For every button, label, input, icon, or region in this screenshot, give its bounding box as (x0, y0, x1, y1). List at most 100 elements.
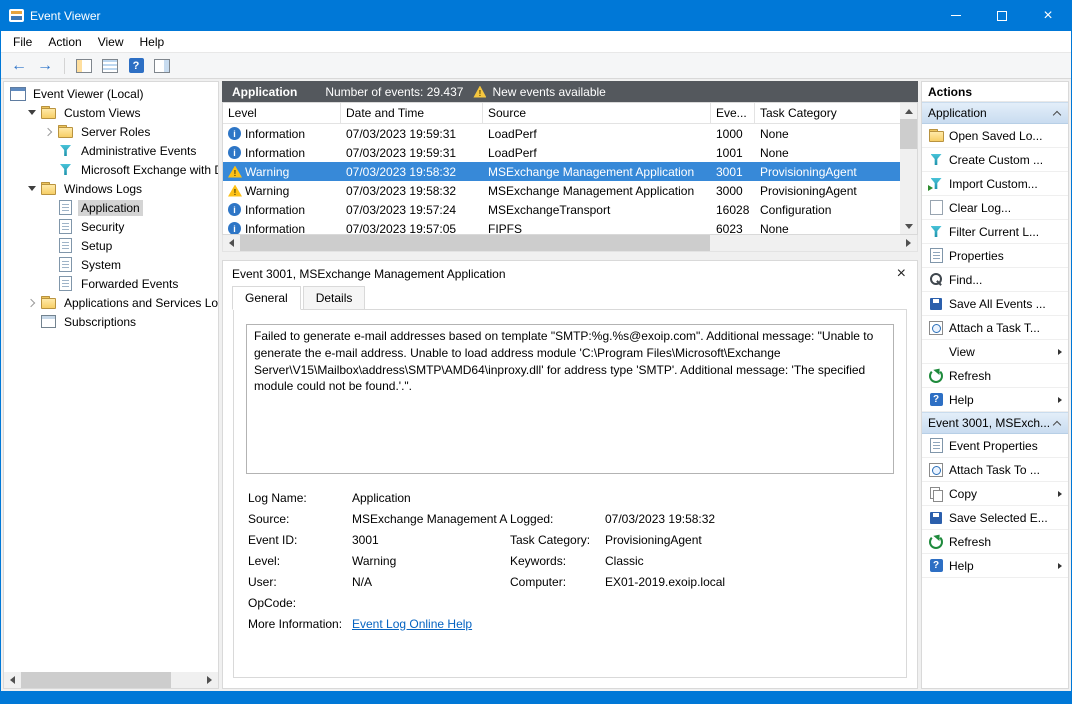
close-preview-icon[interactable]: × (895, 266, 908, 282)
task-icon (928, 320, 944, 336)
scroll-right-icon[interactable] (900, 235, 917, 251)
action-save-selected-e[interactable]: Save Selected E... (922, 506, 1068, 530)
action-import-custom[interactable]: Import Custom... (922, 172, 1068, 196)
expander-icon[interactable] (42, 125, 56, 139)
tree-item-forwarded-events[interactable]: Forwarded Events (4, 274, 218, 293)
action-properties[interactable]: Properties (922, 244, 1068, 268)
tab-details[interactable]: Details (303, 286, 366, 310)
column-header-eve[interactable]: Eve... (711, 103, 755, 123)
event-row[interactable]: !Warning07/03/2023 19:58:32MSExchange Ma… (223, 181, 900, 200)
event-row[interactable]: iInformation07/03/2023 19:59:31LoadPerf1… (223, 143, 900, 162)
detail-field-row: OpCode: (248, 592, 892, 613)
tree-item-security[interactable]: Security (4, 217, 218, 236)
tree-item-system[interactable]: System (4, 255, 218, 274)
action-find[interactable]: Find... (922, 268, 1068, 292)
refresh-icon (928, 534, 944, 550)
toolbar (1, 52, 1071, 79)
help-icon[interactable] (126, 56, 146, 76)
export-list-icon[interactable] (100, 56, 120, 76)
forward-icon[interactable] (35, 56, 55, 76)
action-event-properties[interactable]: Event Properties (922, 434, 1068, 458)
tree-item-applications-and-services-logs[interactable]: Applications and Services Logs (4, 293, 218, 312)
field-label: Task Category: (510, 533, 605, 547)
help-q-icon (928, 392, 944, 408)
tree-item-administrative-events[interactable]: Administrative Events (4, 141, 218, 160)
scroll-left-icon[interactable] (223, 235, 240, 251)
scroll-down-icon[interactable] (900, 218, 917, 234)
event-description[interactable]: Failed to generate e-mail addresses base… (246, 324, 894, 474)
back-icon[interactable] (9, 56, 29, 76)
event-date: 07/03/2023 19:57:24 (341, 203, 483, 217)
menu-action[interactable]: Action (40, 33, 89, 51)
event-row[interactable]: iInformation07/03/2023 19:59:31LoadPerf1… (223, 124, 900, 143)
event-row[interactable]: !Warning07/03/2023 19:58:32MSExchange Ma… (223, 162, 900, 181)
scrollbar-thumb[interactable] (240, 235, 710, 251)
tree-item-windows-logs[interactable]: Windows Logs (4, 179, 218, 198)
actions-section-event-3001-msexch[interactable]: Event 3001, MSExch... (922, 412, 1068, 434)
tree-item-label: Security (78, 219, 127, 235)
action-label: Help (949, 559, 1054, 573)
action-view[interactable]: View (922, 340, 1068, 364)
action-attach-a-task-t[interactable]: Attach a Task T... (922, 316, 1068, 340)
event-row[interactable]: iInformation07/03/2023 19:57:24MSExchang… (223, 200, 900, 219)
center-panel: Application Number of events: 29.437 ! N… (222, 81, 918, 689)
actions-section-application[interactable]: Application (922, 102, 1068, 124)
tree-item-server-roles[interactable]: Server Roles (4, 122, 218, 141)
event-list-horizontal-scrollbar[interactable] (222, 235, 918, 252)
action-help[interactable]: Help (922, 388, 1068, 412)
event-id: 1000 (711, 127, 755, 141)
menu-help[interactable]: Help (132, 33, 173, 51)
tree-item-setup[interactable]: Setup (4, 236, 218, 255)
expander-icon[interactable] (25, 182, 39, 196)
tree-item-custom-views[interactable]: Custom Views (4, 103, 218, 122)
action-clear-log[interactable]: Clear Log... (922, 196, 1068, 220)
scrollbar-thumb[interactable] (900, 119, 917, 149)
tree-horizontal-scrollbar[interactable] (4, 672, 218, 688)
column-header-task-category[interactable]: Task Category (755, 103, 900, 123)
refresh-icon (928, 368, 944, 384)
event-list-vertical-scrollbar[interactable] (900, 103, 917, 234)
field-value: 07/03/2023 19:58:32 (605, 512, 892, 526)
close-button[interactable]: × (1025, 0, 1071, 31)
event-task-category: None (755, 146, 789, 160)
action-label: Create Custom ... (949, 153, 1062, 167)
action-save-all-events[interactable]: Save All Events ... (922, 292, 1068, 316)
tree-item-event-viewer-local[interactable]: Event Viewer (Local) (4, 84, 218, 103)
menu-view[interactable]: View (90, 33, 132, 51)
action-refresh[interactable]: Refresh (922, 364, 1068, 388)
action-create-custom[interactable]: Create Custom ... (922, 148, 1068, 172)
tree-item-subscriptions[interactable]: Subscriptions (4, 312, 218, 331)
event-id: 3001 (711, 165, 755, 179)
tree-item-application[interactable]: Application (4, 198, 218, 217)
tab-general[interactable]: General (232, 286, 301, 310)
action-label: Attach Task To ... (949, 463, 1062, 477)
scroll-left-icon[interactable] (4, 672, 21, 688)
menu-file[interactable]: File (5, 33, 40, 51)
tree-item-microsoft-exchange-with-da[interactable]: Microsoft Exchange with Da (4, 160, 218, 179)
scroll-right-icon[interactable] (201, 672, 218, 688)
column-header-level[interactable]: Level (223, 103, 341, 123)
maximize-button[interactable] (979, 0, 1025, 31)
show-console-tree-icon[interactable] (74, 56, 94, 76)
expander-icon[interactable] (25, 106, 39, 120)
expander-icon[interactable] (25, 296, 39, 310)
submenu-arrow-icon (1058, 563, 1062, 569)
show-action-pane-icon[interactable] (152, 56, 172, 76)
action-copy[interactable]: Copy (922, 482, 1068, 506)
action-attach-task-to[interactable]: Attach Task To ... (922, 458, 1068, 482)
scroll-up-icon[interactable] (900, 103, 917, 119)
action-help[interactable]: Help (922, 554, 1068, 578)
field-value: EX01-2019.exoip.local (605, 575, 892, 589)
titlebar[interactable]: Event Viewer × (1, 0, 1071, 31)
scrollbar-thumb[interactable] (21, 672, 171, 688)
events-count-text: Number of events: 29.437 (325, 85, 463, 99)
online-help-link[interactable]: Event Log Online Help (352, 617, 510, 631)
action-open-saved-lo[interactable]: Open Saved Lo... (922, 124, 1068, 148)
action-filter-current-l[interactable]: Filter Current L... (922, 220, 1068, 244)
event-row[interactable]: iInformation07/03/2023 19:57:05FIPFS6023… (223, 219, 900, 235)
detail-field-row: More Information:Event Log Online Help (248, 613, 892, 634)
action-refresh[interactable]: Refresh (922, 530, 1068, 554)
column-header-source[interactable]: Source (483, 103, 711, 123)
minimize-button[interactable] (933, 0, 979, 31)
column-header-date-and-time[interactable]: Date and Time (341, 103, 483, 123)
